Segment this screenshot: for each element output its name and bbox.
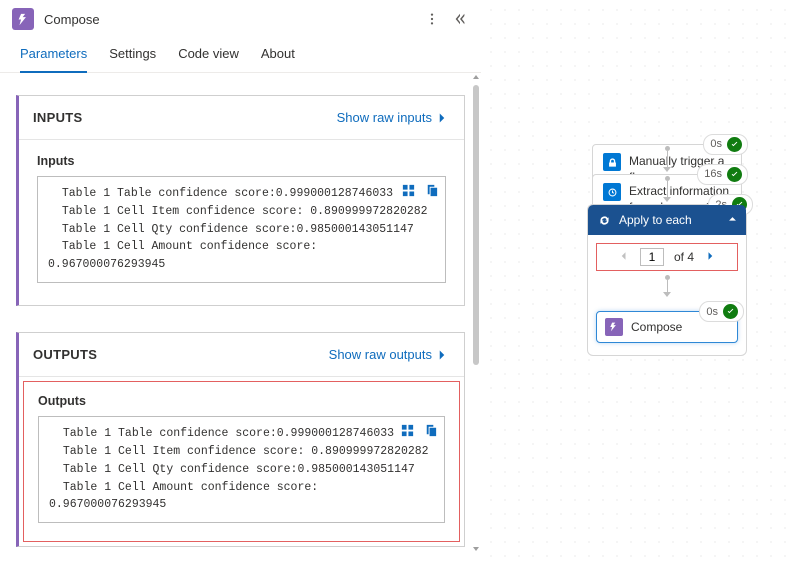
page-total: of 4: [674, 250, 694, 264]
pager: of 4: [596, 243, 738, 271]
compose-icon: [605, 318, 623, 336]
flow-canvas[interactable]: 0s Manually trigger a flow 16s: [481, 0, 786, 569]
panel-title: Compose: [44, 12, 425, 27]
outputs-title: OUTPUTS: [33, 347, 97, 362]
more-icon[interactable]: [425, 12, 439, 26]
node-apply-to-each[interactable]: 2s Apply to each of 4 0s: [587, 204, 747, 356]
outputs-highlight: Outputs Table 1 Table confidence score:0…: [23, 381, 460, 542]
show-raw-outputs-link[interactable]: Show raw outputs: [329, 347, 448, 362]
grid-icon[interactable]: [400, 423, 415, 445]
tab-settings[interactable]: Settings: [109, 46, 156, 73]
scroll-area: INPUTS Show raw inputs Inputs Table 1 Ta…: [0, 73, 481, 553]
inputs-title: INPUTS: [33, 110, 82, 125]
success-icon: [721, 302, 740, 321]
grid-icon[interactable]: [401, 183, 416, 205]
page-input[interactable]: [640, 248, 664, 266]
next-icon[interactable]: [704, 250, 716, 265]
apply-header[interactable]: Apply to each: [588, 205, 746, 235]
tab-parameters[interactable]: Parameters: [20, 46, 87, 73]
tab-about[interactable]: About: [261, 46, 295, 73]
inputs-card: INPUTS Show raw inputs Inputs Table 1 Ta…: [16, 95, 465, 306]
tab-codeview[interactable]: Code view: [178, 46, 239, 73]
inputs-content: Table 1 Table confidence score:0.9990001…: [37, 176, 446, 283]
outputs-card: OUTPUTS Show raw outputs Outputs Table 1…: [16, 332, 465, 547]
show-raw-inputs-link[interactable]: Show raw inputs: [337, 110, 448, 125]
inputs-sublabel: Inputs: [37, 154, 446, 168]
panel-header: Compose: [0, 0, 481, 36]
node-compose[interactable]: 0s Compose: [596, 311, 738, 343]
prev-icon[interactable]: [618, 250, 630, 265]
properties-panel: Compose Parameters Settings Code view Ab…: [0, 0, 481, 569]
copy-icon[interactable]: [424, 183, 439, 205]
collapse-panel-icon[interactable]: [453, 12, 467, 26]
tab-bar: Parameters Settings Code view About: [0, 36, 481, 73]
copy-icon[interactable]: [423, 423, 438, 445]
chevron-up-icon[interactable]: [727, 213, 738, 227]
compose-icon: [12, 8, 34, 30]
loop-icon: [598, 214, 611, 227]
connector: [588, 271, 746, 299]
node-time: 0s: [706, 306, 718, 318]
scrollbar[interactable]: [473, 73, 479, 553]
outputs-sublabel: Outputs: [38, 394, 445, 408]
outputs-content: Table 1 Table confidence score:0.9990001…: [38, 416, 445, 523]
